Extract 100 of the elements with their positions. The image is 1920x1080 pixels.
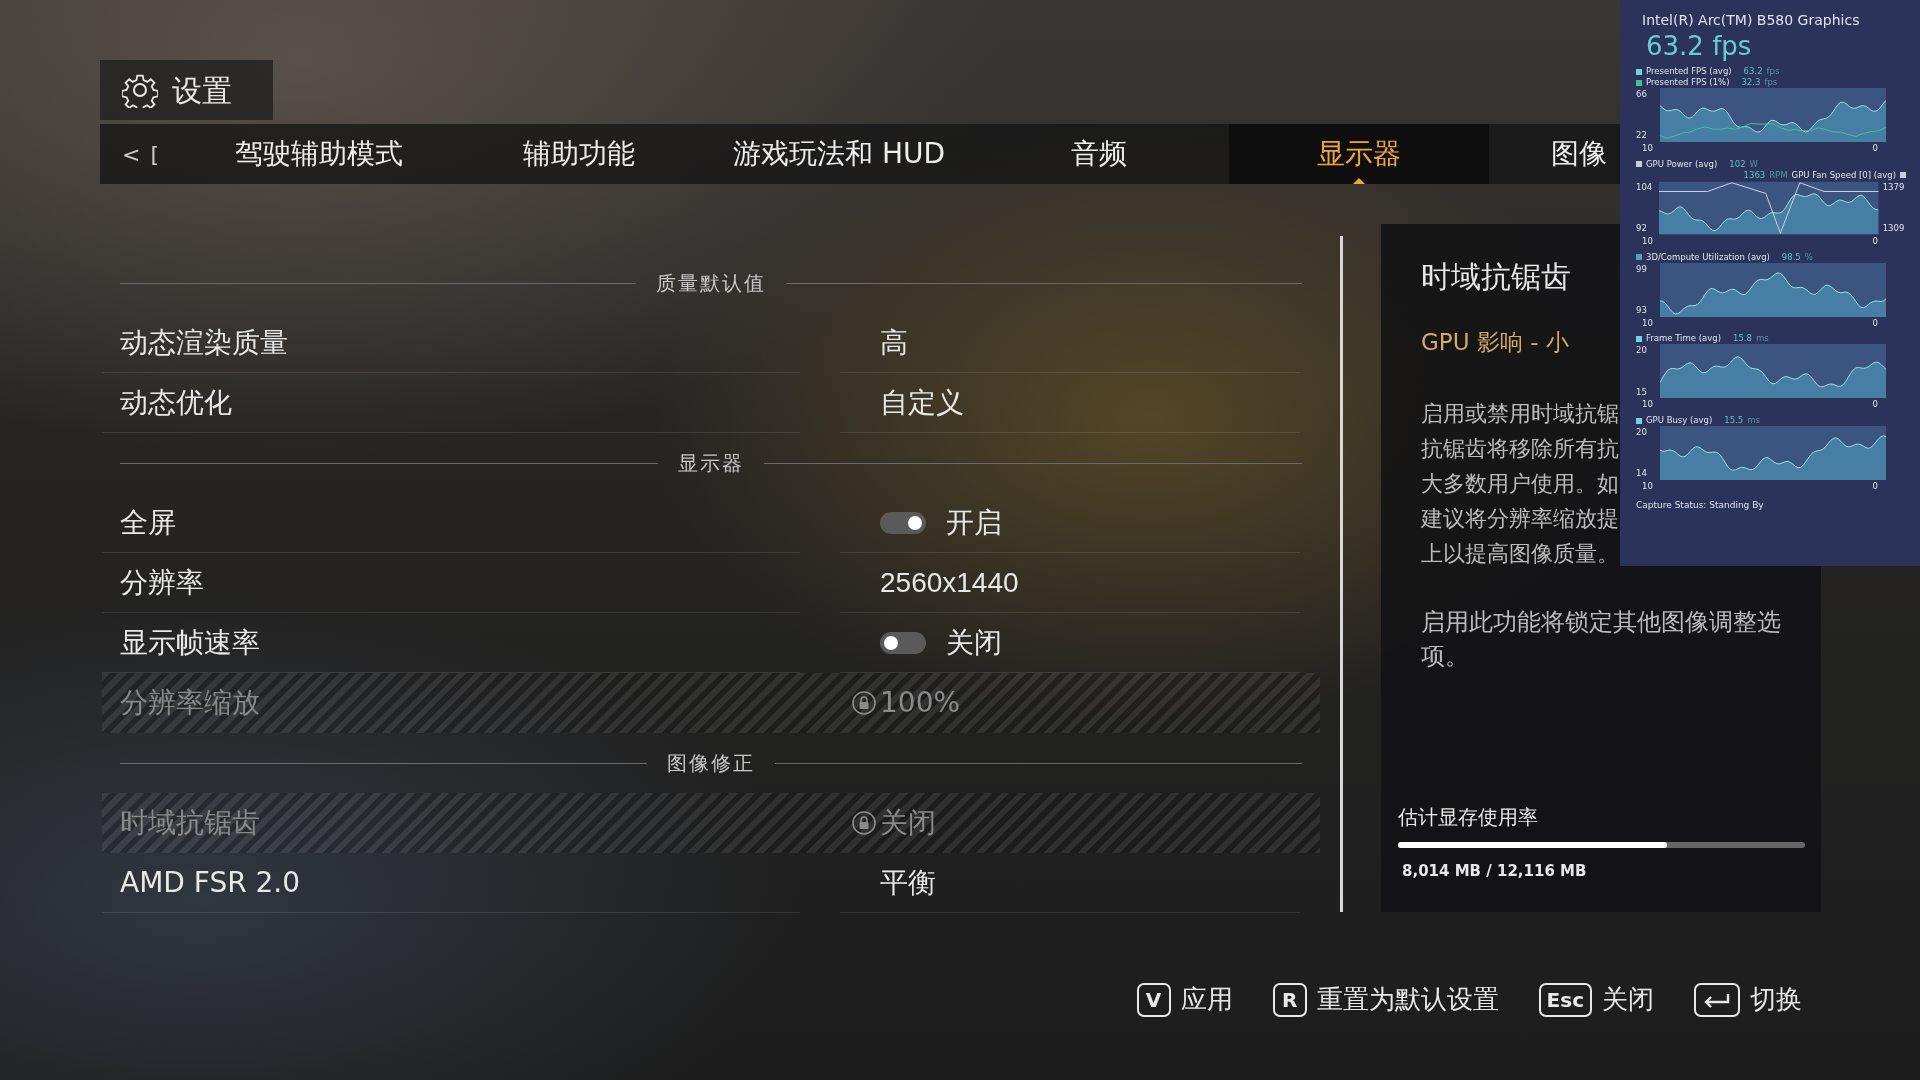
scrollbar[interactable]	[1340, 236, 1343, 912]
setting-label: 分辨率	[120, 564, 204, 601]
hint-label: 关闭	[1602, 983, 1654, 1016]
tab[interactable]: 驾驶辅助模式	[189, 124, 450, 184]
setting-row[interactable]: 分辨率 2560x1440	[102, 553, 1320, 613]
description-text-line: 建议将分辨率缩放提	[1421, 504, 1619, 533]
details-title: 时域抗锯齿	[1421, 258, 1571, 296]
legend-unit: W	[1749, 158, 1758, 170]
setting-label: 动态渲染质量	[120, 324, 288, 361]
keycap: V	[1136, 982, 1171, 1017]
toggle-switch[interactable]	[880, 631, 926, 654]
axis-tick: 1379	[1882, 180, 1906, 194]
axis-tick: 20	[1636, 344, 1648, 358]
axis-tick: 104	[1636, 180, 1654, 194]
legend-label: GPU Power (avg)	[1646, 158, 1718, 170]
tab[interactable]: 显示器	[1229, 124, 1490, 184]
axis-tick: 92	[1636, 222, 1648, 235]
legend-unit: ms	[1747, 415, 1760, 427]
axis-tick: 66	[1636, 88, 1648, 101]
legend-value: 1363	[1743, 169, 1766, 181]
settings-icon	[122, 72, 158, 108]
legend-unit: ms	[1755, 333, 1769, 345]
axis-tick: 10	[1642, 398, 1653, 412]
tab[interactable]: 游戏玩法和 HUD	[709, 124, 970, 184]
section-heading: 显示器	[678, 450, 744, 477]
axis-tick: 22	[1636, 129, 1648, 143]
setting-label: 显示帧速率	[120, 624, 260, 661]
setting-label: 动态优化	[120, 384, 232, 421]
legend-label: 3D/Compute Utilization (avg)	[1646, 251, 1770, 263]
legend-value: 98.5	[1781, 251, 1801, 263]
gpu-impact-text: GPU 影响 - 小	[1421, 328, 1569, 357]
setting-value: 平衡	[880, 864, 936, 901]
description-text-line: 抗锯齿将移除所有抗	[1421, 434, 1619, 463]
vram-label: 估计显存使用率	[1398, 803, 1539, 831]
hint-label: 应用	[1180, 983, 1233, 1016]
legend-label: Frame Time (avg)	[1646, 333, 1721, 345]
setting-value: 高	[880, 324, 908, 361]
axis-tick: 20	[1636, 426, 1648, 439]
axis-tick: 0	[1872, 480, 1878, 493]
axis-tick: 0	[1872, 142, 1878, 155]
setting-row[interactable]: 动态渲染质量 高	[102, 313, 1320, 373]
legend-value: 15.8	[1732, 333, 1752, 345]
axis-tick: 99	[1636, 262, 1648, 276]
fps-reading: 63.2 fps	[1646, 31, 1753, 63]
keycap: Esc	[1538, 982, 1592, 1017]
settings-title: 设置	[172, 71, 232, 110]
axis-tick: 0	[1872, 398, 1878, 412]
section-heading: 质量默认值	[656, 270, 766, 297]
axis-tick: 1309	[1882, 222, 1906, 235]
setting-label: 全屏	[120, 504, 176, 541]
legend-label: Presented FPS (1%)	[1646, 77, 1730, 89]
axis-tick: 0	[1872, 316, 1878, 330]
description-text-line: 上以提高图像质量。	[1421, 539, 1619, 568]
axis-tick: 10	[1642, 316, 1653, 330]
hint-label: 切换	[1750, 983, 1802, 1016]
description-text-line: 启用或禁用时域抗锯	[1421, 399, 1619, 428]
axis-tick: 10	[1642, 234, 1653, 248]
legend-value: 63.2	[1743, 66, 1763, 78]
setting-value: 100%	[880, 684, 961, 721]
axis-tick: 15	[1636, 385, 1648, 399]
vram-reading: 8,014 MB / 12,116 MB	[1402, 860, 1588, 882]
axis-tick: 10	[1642, 480, 1653, 493]
hint-label: 重置为默认设置	[1316, 983, 1499, 1016]
previous-tab-arrow[interactable]: <	[122, 137, 141, 171]
tab[interactable]: 辅助功能	[449, 124, 710, 184]
legend-value: 15.5	[1724, 415, 1744, 427]
axis-tick: 10	[1642, 142, 1653, 155]
setting-value: 关闭	[946, 624, 1002, 661]
setting-row[interactable]: 显示帧速率 关闭	[102, 613, 1320, 673]
legend-value: 32.3	[1741, 77, 1761, 89]
setting-value: 2560x1440	[880, 565, 1019, 600]
legend-label: GPU Fan Speed [0] (avg)	[1791, 169, 1896, 181]
description-text: 启用此功能将锁定其他图像调整选项。	[1421, 606, 1782, 672]
legend-unit: %	[1804, 251, 1813, 263]
setting-label: AMD FSR 2.0	[120, 864, 301, 901]
gpu-name: Intel(R) Arc(TM) B580 Graphics	[1642, 11, 1861, 30]
lock-icon	[852, 690, 876, 715]
setting-row[interactable]: AMD FSR 2.0 平衡	[102, 853, 1320, 913]
legend-value: 102	[1729, 158, 1746, 170]
setting-label: 时域抗锯齿	[120, 804, 260, 841]
toggle-switch[interactable]	[880, 511, 926, 534]
bracket-glyph: [	[150, 140, 160, 169]
setting-value: 自定义	[880, 384, 964, 421]
keycap: R	[1272, 982, 1307, 1017]
enter-key-icon	[1694, 982, 1740, 1017]
setting-value: 关闭	[880, 804, 936, 841]
section-heading: 图像修正	[667, 750, 755, 777]
capture-status: Capture Status: Standing By	[1636, 498, 1765, 512]
axis-tick: 14	[1636, 467, 1648, 481]
legend-label: Presented FPS (avg)	[1646, 66, 1732, 78]
legend-label: GPU Busy (avg)	[1646, 415, 1713, 427]
description-text-line: 大多数用户使用。如	[1421, 469, 1619, 498]
setting-value: 开启	[946, 504, 1002, 541]
legend-unit: fps	[1764, 77, 1778, 89]
legend-unit: fps	[1766, 66, 1780, 78]
axis-tick: 93	[1636, 303, 1648, 317]
axis-tick: 0	[1872, 234, 1878, 248]
setting-row[interactable]: 全屏 开启	[102, 493, 1320, 553]
setting-row[interactable]: 动态优化 自定义	[102, 373, 1320, 433]
tab[interactable]: 音频	[969, 124, 1230, 184]
